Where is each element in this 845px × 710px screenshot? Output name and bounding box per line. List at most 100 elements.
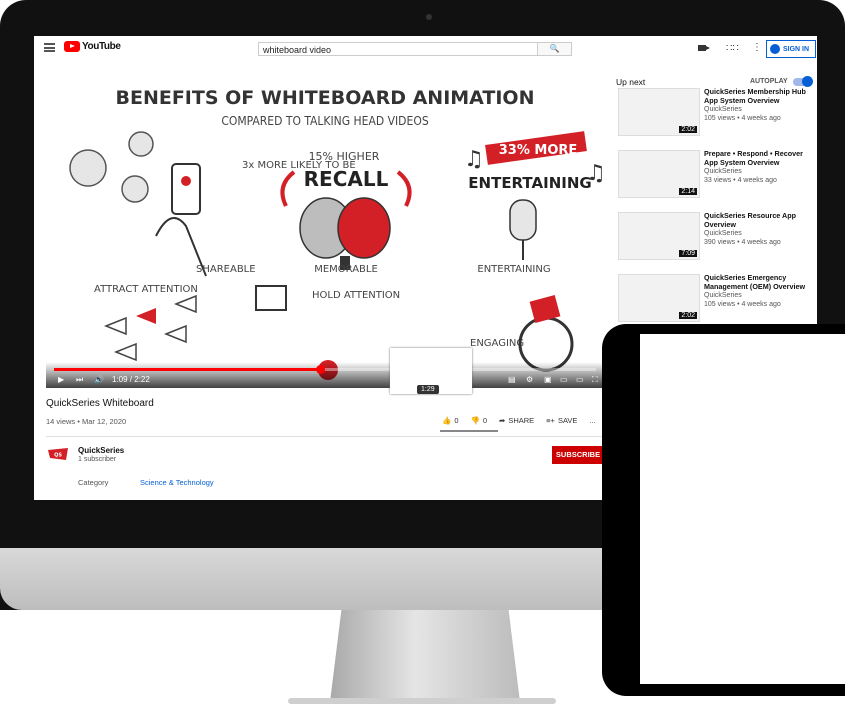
play-icon[interactable]: ▶ (58, 375, 64, 384)
recommendation-title[interactable]: QuickSeries Resource App Overview (704, 211, 812, 229)
subscriber-count: 1 subscriber (78, 456, 117, 463)
settings-gear-icon[interactable]: ⚙ (526, 375, 533, 384)
progress-fill (54, 368, 320, 371)
youtube-logo[interactable]: YouTube (64, 41, 121, 52)
dislike-count: 0 (482, 416, 488, 425)
volume-icon[interactable]: 🔊 (94, 375, 104, 384)
recommendation-thumbnail[interactable]: 2:02 (618, 274, 700, 322)
fullscreen-icon[interactable]: ⛶ (592, 375, 598, 385)
save-button[interactable]: ≡+ SAVE (546, 416, 577, 425)
attract-attention-label: ATTRACT ATTENTION (94, 284, 198, 295)
recommendation-meta: 33 views • 4 weeks ago (704, 177, 777, 184)
recommendation-meta: 105 views • 4 weeks ago (704, 301, 781, 308)
video-actions: 👍 0 👎 0 ➦ SHARE ≡+ SAVE ... (442, 416, 596, 425)
shareable-label: SHAREABLE (196, 264, 256, 275)
recommendation-thumbnail[interactable]: 2:14 (618, 150, 700, 198)
recommendation-item[interactable]: 7:09 QuickSeries Resource App Overview Q… (618, 211, 813, 260)
recommendation-meta: 105 views • 4 weeks ago (704, 115, 781, 122)
next-icon[interactable]: ⏭ (76, 375, 83, 385)
player-controls: ▶ ⏭ 🔊 1:09 / 2:22 ▤ ⚙ ▣ ▭ ▭ ⛶ (46, 362, 604, 388)
recommendation-thumbnail[interactable]: 2:02 (618, 88, 700, 136)
entertaining-caption: 33% MORE (499, 143, 578, 158)
category-label: Category (78, 478, 109, 487)
search-icon: 🔍 (549, 44, 560, 53)
tablet-screen (640, 334, 845, 684)
like-button[interactable]: 👍 0 (442, 416, 459, 425)
time-display: 1:09 / 2:22 (112, 375, 150, 384)
like-count: 0 (454, 416, 459, 425)
theater-mode-icon[interactable]: ▭ (560, 375, 568, 384)
save-label: SAVE (557, 416, 578, 425)
webcam-icon (426, 14, 432, 20)
video-subheadline: COMPARED TO TALKING HEAD VIDEOS (221, 114, 429, 128)
recommendation-channel: QuickSeries (704, 230, 742, 237)
video-title: QuickSeries Whiteboard (46, 398, 154, 409)
search-input[interactable]: whiteboard video (258, 42, 538, 56)
recommendation-title[interactable]: QuickSeries Emergency Management (OEM) O… (704, 273, 812, 291)
recommendation-item[interactable]: 2:02 QuickSeries Emergency Management (O… (618, 273, 813, 322)
monitor-stand-base (288, 698, 556, 704)
video-player[interactable]: BENEFITS OF WHITEBOARD ANIMATION COMPARE… (46, 76, 604, 388)
entertaining-banner: ENTERTAINING (468, 174, 591, 192)
recommendation-item[interactable]: 2:14 Prepare • Respond • Recover App Sys… (618, 149, 813, 198)
svg-text:♫: ♫ (586, 161, 604, 186)
preview-time: 1:29 (417, 385, 439, 394)
thumbs-up-icon: 👍 (442, 416, 452, 425)
recommendation-channel: QuickSeries (704, 106, 742, 113)
recommendation-title[interactable]: QuickSeries Membership Hub App System Ov… (704, 87, 812, 105)
dislike-button[interactable]: 👎 0 (471, 416, 488, 425)
duration-badge: 2:02 (679, 126, 697, 133)
progress-scrubber[interactable] (315, 365, 325, 374)
subtitles-icon[interactable]: ▤ (508, 375, 516, 384)
like-ratio-bar (440, 430, 498, 432)
create-video-icon[interactable] (698, 45, 710, 51)
youtube-play-icon (64, 41, 80, 52)
svg-text:QS: QS (54, 453, 62, 459)
autoplay-toggle[interactable] (793, 76, 813, 87)
hold-attention-label: HOLD ATTENTION (312, 290, 400, 301)
duration-badge: 2:14 (679, 188, 697, 195)
thumbs-down-icon: 👎 (470, 416, 480, 425)
recommendation-thumbnail[interactable]: 7:09 (618, 212, 700, 260)
masthead: YouTube whiteboard video 🔍 ∷∷ ⋮ SIGN IN (34, 36, 817, 62)
engaging-label: ENGAGING (470, 338, 524, 349)
more-actions-button[interactable]: ... (589, 416, 595, 425)
memorable-label: MEMORABLE (314, 264, 378, 275)
whiteboard-illustration: BENEFITS OF WHITEBOARD ANIMATION COMPARE… (69, 87, 604, 380)
more-horizontal-icon: ... (589, 416, 596, 425)
channel-name[interactable]: QuickSeries (78, 446, 124, 455)
miniplayer-icon[interactable]: ▣ (544, 375, 552, 384)
recommendation-item[interactable]: 2:02 QuickSeries Membership Hub App Syst… (618, 87, 813, 136)
autoplay-label: AUTOPLAY (750, 78, 788, 85)
description-divider (46, 436, 604, 437)
category-link[interactable]: Science & Technology (140, 478, 214, 487)
recommendation-channel: QuickSeries (704, 168, 742, 175)
share-button[interactable]: ➦ SHARE (499, 416, 534, 425)
entertaining-label: ENTERTAINING (477, 264, 550, 275)
share-label: SHARE (508, 416, 535, 425)
video-headline: BENEFITS OF WHITEBOARD ANIMATION (115, 87, 534, 109)
search-button[interactable]: 🔍 (538, 42, 572, 56)
progress-bar[interactable] (54, 365, 596, 374)
settings-more-icon[interactable]: ⋮ (752, 42, 762, 53)
playlist-add-icon: ≡+ (546, 416, 555, 425)
view-count-date: 14 views • Mar 12, 2020 (46, 417, 127, 426)
recommendation-meta: 390 views • 4 weeks ago (704, 239, 781, 246)
svg-text:♫: ♫ (464, 147, 484, 172)
subscribe-button[interactable]: SUBSCRIBE (552, 446, 604, 464)
monitor-stand (330, 610, 520, 702)
recall-banner: RECALL (304, 167, 389, 191)
channel-avatar[interactable]: QS (46, 446, 70, 462)
duration-badge: 7:09 (679, 250, 697, 257)
account-circle-icon (770, 44, 780, 54)
sign-in-button[interactable]: SIGN IN (766, 40, 816, 58)
entertaining-panel: 33% MORE ENTERTAINING ♫ ♫ ENTERTAINING (464, 131, 604, 275)
apps-grid-icon[interactable]: ∷∷ (726, 43, 739, 54)
duration-badge: 2:02 (679, 312, 697, 319)
hamburger-menu-icon[interactable] (44, 43, 55, 52)
recommendation-title[interactable]: Prepare • Respond • Recover App System O… (704, 149, 812, 167)
sign-in-label: SIGN IN (783, 45, 810, 53)
cast-icon[interactable]: ▭ (576, 375, 584, 384)
share-arrow-icon: ➦ (499, 416, 506, 425)
recommendation-channel: QuickSeries (704, 292, 742, 299)
